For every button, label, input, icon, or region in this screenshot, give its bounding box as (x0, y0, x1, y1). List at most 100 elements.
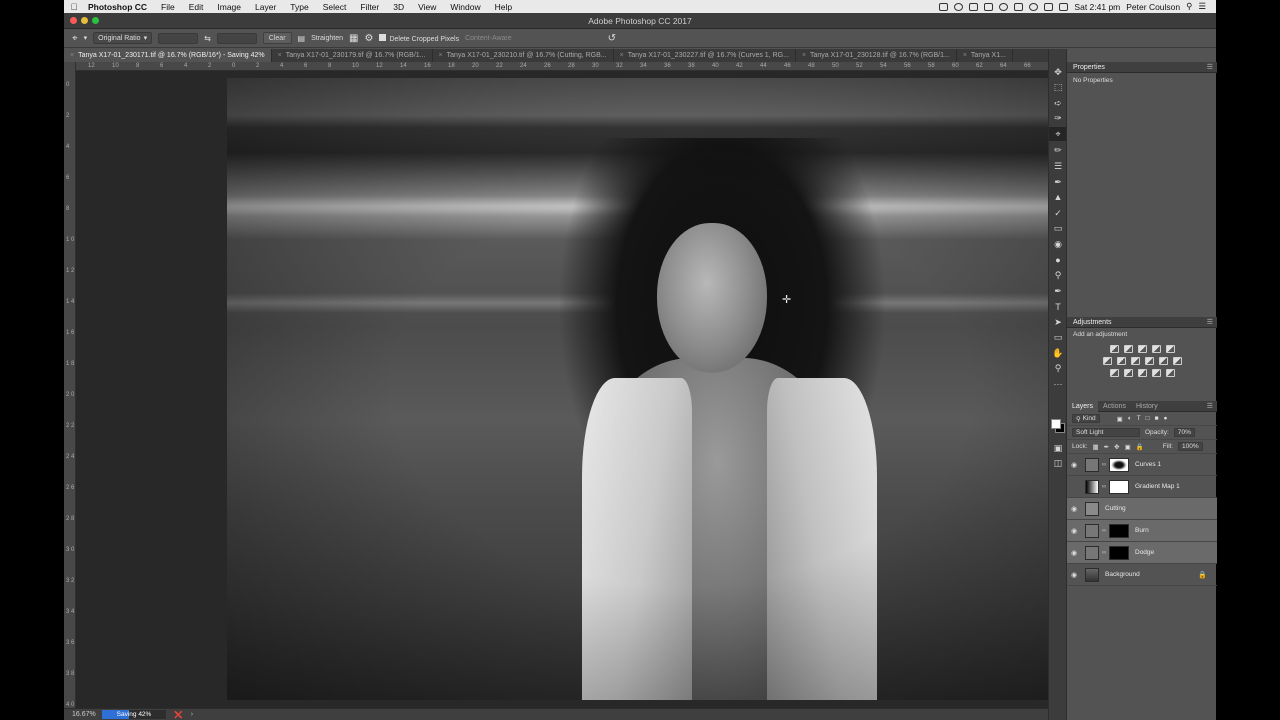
layer-row[interactable]: ◉ ∞ Dodge (1067, 542, 1217, 564)
menubar-clock[interactable]: Sat 2:41 pm (1074, 2, 1120, 12)
creative-cloud-icon[interactable] (954, 2, 964, 11)
zoom-tool-icon[interactable]: ⚲ (1049, 361, 1067, 375)
eyedropper-tool-icon[interactable]: ✏ (1049, 143, 1067, 157)
opacity-field[interactable]: 70% (1173, 428, 1195, 437)
threshold-icon[interactable] (1137, 369, 1147, 377)
ratio-width-field[interactable] (158, 32, 199, 44)
layer-row[interactable]: ◉ Cutting (1067, 498, 1217, 520)
channel-mixer-icon[interactable] (1158, 357, 1168, 365)
menubar-user[interactable]: Peter Coulson (1126, 2, 1180, 12)
type-tool-icon[interactable]: T (1049, 300, 1067, 314)
clear-button[interactable]: Clear (262, 32, 292, 44)
zoom-level[interactable]: 16.67% (64, 711, 98, 718)
dodge-tool-icon[interactable]: ⚲ (1049, 268, 1067, 282)
document-tab[interactable]: × Tanya X1... (957, 49, 1013, 62)
pen-tool-icon[interactable]: ✒ (1049, 284, 1067, 298)
close-tab-icon[interactable]: × (620, 52, 624, 59)
history-brush-tool-icon[interactable]: ✓ (1049, 206, 1067, 220)
bluetooth-icon[interactable] (1014, 2, 1024, 11)
battery-icon[interactable] (1059, 2, 1069, 11)
menu-filter[interactable]: Filter (353, 2, 386, 12)
foreground-color-swatch[interactable] (1051, 419, 1061, 429)
clone-stamp-tool-icon[interactable]: ▲ (1049, 190, 1067, 204)
quick-mask-icon[interactable]: ▣ (1049, 441, 1067, 455)
vibrance-icon[interactable] (1165, 345, 1175, 353)
selective-color-icon[interactable] (1165, 369, 1175, 377)
document-photo[interactable] (227, 78, 1054, 700)
spotlight-icon[interactable]: ⚲ (1186, 1, 1192, 12)
filter-shape-icon[interactable]: □ (1146, 415, 1150, 422)
close-tab-icon[interactable]: × (439, 52, 443, 59)
marquee-tool-icon[interactable]: ⬚ (1049, 80, 1067, 94)
black-white-icon[interactable] (1130, 357, 1140, 365)
display-icon[interactable] (984, 2, 994, 11)
lock-all-icon[interactable]: 🔒 (1136, 443, 1144, 451)
straighten-icon[interactable]: ▤ (298, 34, 306, 43)
layer-name[interactable]: Dodge (1135, 549, 1154, 556)
overlay-grid-icon[interactable]: ▦ (349, 33, 358, 44)
apple-menu-icon[interactable]:  (64, 2, 84, 12)
horizontal-ruler[interactable]: 12 10 8 6 4 2 0 2 4 6 8 10 12 14 16 18 20 22 24 26 28 30 32 34 3… (76, 62, 1048, 71)
gear-icon[interactable]: ⚙ (364, 33, 373, 44)
menu-file[interactable]: File (154, 2, 182, 12)
brightness-contrast-icon[interactable] (1109, 345, 1119, 353)
dropbox-icon[interactable] (969, 2, 979, 11)
visibility-eye-icon[interactable]: ◉ (1067, 461, 1081, 469)
visibility-eye-icon[interactable]: ◉ (1067, 571, 1081, 579)
document-tab[interactable]: × Tanya X17-01_230128.tif @ 16.7% (RGB/1.… (796, 49, 957, 62)
volume-icon[interactable] (1044, 2, 1054, 11)
menu-image[interactable]: Image (210, 2, 248, 12)
menu-select[interactable]: Select (316, 2, 354, 12)
crop-tool-preset-icon[interactable]: ⌖ (72, 33, 78, 44)
menu-app-name[interactable]: Photoshop CC (84, 2, 154, 12)
tab-history[interactable]: History (1131, 401, 1163, 412)
layer-mask-thumbnail[interactable] (1109, 523, 1129, 538)
panel-menu-icon[interactable]: ☰ (1207, 63, 1213, 71)
link-icon[interactable]: ∞ (1101, 550, 1107, 556)
screen-icon[interactable] (939, 2, 949, 11)
ratio-select[interactable]: Original Ratio ▾ (93, 32, 153, 44)
adjustments-header[interactable]: Adjustments ☰ (1067, 317, 1217, 328)
path-select-tool-icon[interactable]: ➤ (1049, 315, 1067, 329)
time-machine-icon[interactable] (999, 2, 1009, 11)
filter-toggle-icon[interactable]: ● (1164, 415, 1168, 422)
layer-mask-thumbnail[interactable] (1109, 479, 1129, 494)
edit-toolbar-icon[interactable]: ··· (1049, 377, 1067, 391)
crop-tool-icon[interactable]: ⌖ (1049, 127, 1067, 141)
panel-menu-icon[interactable]: ☰ (1207, 318, 1213, 326)
brush-tool-icon[interactable]: ✒ (1049, 175, 1067, 189)
layer-name[interactable]: Burn (1135, 527, 1149, 534)
menu-type[interactable]: Type (283, 2, 315, 12)
layer-row[interactable]: ◉ Background 🔒 (1067, 564, 1217, 586)
filter-type-icon[interactable]: T (1137, 415, 1141, 422)
photo-filter-icon[interactable] (1144, 357, 1154, 365)
blur-tool-icon[interactable]: ● (1049, 253, 1067, 267)
layer-row[interactable]: ∞ Gradient Map 1 (1067, 476, 1217, 498)
color-lookup-icon[interactable] (1172, 357, 1182, 365)
gradient-map-icon[interactable] (1151, 369, 1161, 377)
rectangle-tool-icon[interactable]: ▭ (1049, 330, 1067, 344)
reset-icon[interactable]: ↺ (608, 33, 616, 44)
document-tab[interactable]: × Tanya X17-01_230171.tif @ 16.7% (RGB/16… (64, 49, 272, 62)
tab-actions[interactable]: Actions (1098, 401, 1131, 412)
lasso-tool-icon[interactable]: ➪ (1049, 96, 1067, 110)
blend-mode-select[interactable]: Soft Light (1072, 428, 1140, 437)
layer-name[interactable]: Cutting (1105, 505, 1126, 512)
notification-center-icon[interactable]: ☰ (1198, 1, 1206, 12)
link-icon[interactable]: ∞ (1101, 462, 1107, 468)
filter-smart-object-icon[interactable]: ■ (1155, 415, 1159, 422)
lock-transparent-icon[interactable]: ▦ (1093, 443, 1099, 451)
canvas-area[interactable]: ✛ (76, 71, 1054, 708)
healing-brush-tool-icon[interactable]: ☰ (1049, 159, 1067, 173)
panel-menu-icon[interactable]: ☰ (1207, 402, 1213, 410)
visibility-eye-icon[interactable]: ◉ (1067, 549, 1081, 557)
close-tab-icon[interactable]: × (963, 52, 967, 59)
lock-pixels-icon[interactable]: ✒ (1104, 443, 1109, 451)
document-tab[interactable]: × Tanya X17-01_230179.tif @ 16.7% (RGB/1.… (272, 49, 433, 62)
layer-name[interactable]: Curves 1 (1135, 461, 1161, 468)
wifi-icon[interactable] (1029, 2, 1039, 11)
vertical-ruler[interactable]: 0 2 4 6 8 1 0 1 2 1 4 1 6 1 8 2 0 2 2 2 4 2 6 2 8 3 0 3 … (64, 62, 76, 708)
quick-select-tool-icon[interactable]: ✑ (1049, 111, 1067, 125)
visibility-eye-icon[interactable]: ◉ (1067, 505, 1081, 513)
exposure-icon[interactable] (1151, 345, 1161, 353)
